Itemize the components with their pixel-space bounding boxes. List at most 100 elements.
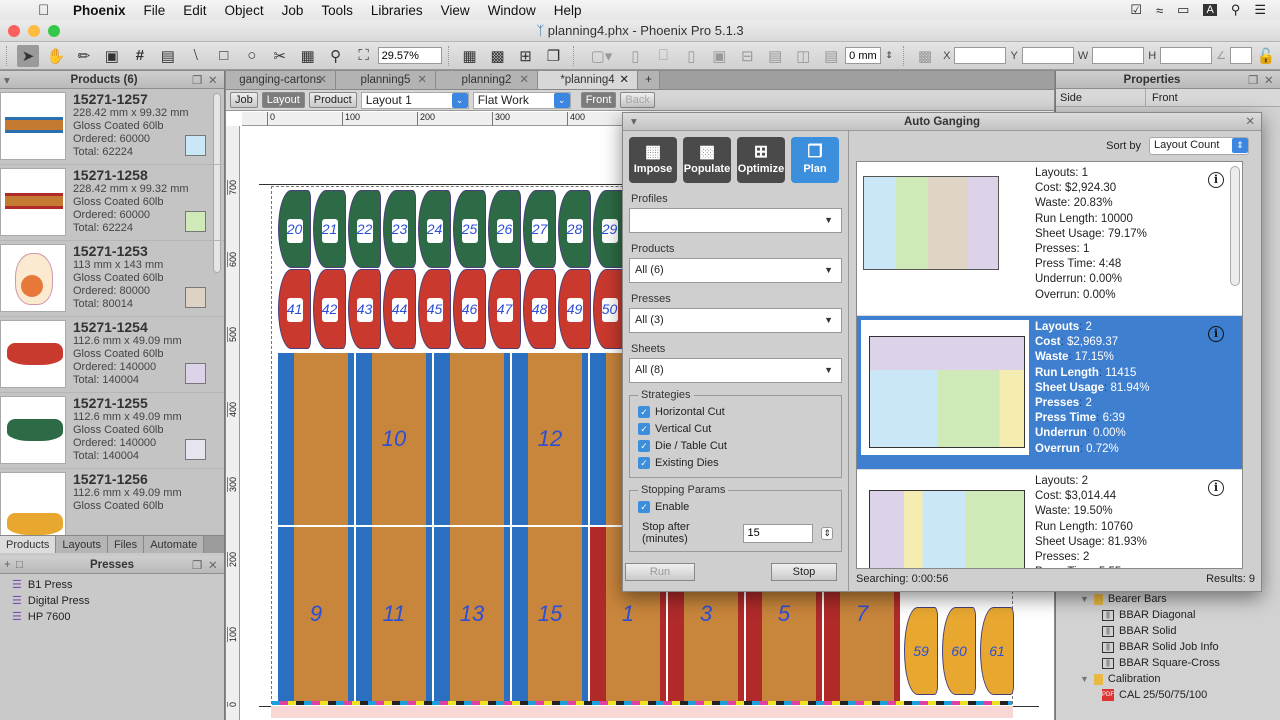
layout-select[interactable]: Layout 1 ⌄ xyxy=(360,91,469,109)
carton-placement[interactable]: 11 xyxy=(356,527,432,701)
impose-mode-button[interactable]: ▦ Impose xyxy=(629,137,677,183)
product-color-swatch[interactable] xyxy=(185,135,206,156)
layout-grid-icon[interactable]: ▦ xyxy=(459,45,481,67)
carton-placement[interactable] xyxy=(434,353,510,525)
align-bottom-icon[interactable]: ▣ xyxy=(708,45,730,67)
sort-by-select[interactable]: Layout Count ⇕ xyxy=(1149,137,1249,155)
rotation-input[interactable] xyxy=(1230,47,1253,64)
menu-app[interactable]: Phoenix xyxy=(64,3,135,18)
sleeve-red[interactable]: 49 xyxy=(558,269,591,349)
checklist-icon[interactable]: ☑ xyxy=(1130,2,1142,18)
carton-placement[interactable]: 12 xyxy=(512,353,588,525)
result-item[interactable]: Layouts: 2 Cost: $2,969.37 Waste: 17.15% Ru… xyxy=(857,316,1242,470)
job-view-button[interactable]: Job xyxy=(230,92,258,108)
carton-placement[interactable]: 15 xyxy=(512,527,588,701)
sleeve-green[interactable]: 26 xyxy=(488,190,521,268)
undock-icon[interactable]: ❐ xyxy=(192,73,208,87)
info-icon[interactable]: i xyxy=(1208,326,1224,342)
doc-tab[interactable]: ganging-cartons ✕ xyxy=(226,71,336,89)
connect-tool-icon[interactable]: ▣ xyxy=(101,45,123,67)
product-item[interactable]: 15271-1256 112.6 mm x 49.09 mm Gloss Coa… xyxy=(0,469,224,535)
disclosure-triangle-icon[interactable]: ▼ xyxy=(1080,591,1089,607)
carton-placement[interactable]: 9 xyxy=(278,527,354,701)
tree-item[interactable]: || BBAR Square-Cross xyxy=(1056,655,1280,671)
sleeve-red[interactable]: 48 xyxy=(523,269,556,349)
input-source-icon[interactable]: A xyxy=(1203,4,1217,16)
ruler-tool-icon[interactable]: ✏ xyxy=(73,45,95,67)
optimize-icon[interactable]: ⊞ xyxy=(515,45,537,67)
distribute-h-icon[interactable]: ◫ xyxy=(792,45,814,67)
zoom-tool-icon[interactable]: ⚲ xyxy=(325,45,347,67)
close-tab-icon[interactable]: ✕ xyxy=(519,71,529,90)
undock-icon[interactable]: ❐ xyxy=(192,558,208,572)
spacing-stepper-icon[interactable]: ⇕ xyxy=(884,45,894,67)
y-input[interactable] xyxy=(1021,47,1074,64)
collapse-icon[interactable]: ▾ xyxy=(0,73,16,87)
enable-stop-checkbox[interactable]: ✓ Enable xyxy=(638,498,833,515)
anchor-point-icon[interactable]: ▩ xyxy=(914,45,936,67)
product-item[interactable]: 15271-1257 228.42 mm x 99.32 mm Gloss Co… xyxy=(0,89,224,165)
sleeve-yellow[interactable]: 60 xyxy=(942,607,976,695)
close-panel-icon[interactable]: ✕ xyxy=(208,558,224,572)
sleeve-green[interactable]: 22 xyxy=(348,190,381,268)
align-hcenter-icon[interactable]: ⎕ xyxy=(652,45,674,67)
product-item[interactable]: 15271-1254 112.6 mm x 49.09 mm Gloss Coa… xyxy=(0,317,224,393)
tree-item[interactable]: || BBAR Diagonal xyxy=(1056,607,1280,623)
menu-object[interactable]: Object xyxy=(216,3,273,18)
sheets-dropdown[interactable]: All (8) ▼ xyxy=(629,358,842,383)
product-color-swatch[interactable] xyxy=(185,211,206,232)
undock-icon[interactable]: ❐ xyxy=(1248,73,1264,87)
grid-tool-icon[interactable]: # xyxy=(129,45,151,67)
line-tool-icon[interactable]: ⧵ xyxy=(185,45,207,67)
menu-edit[interactable]: Edit xyxy=(174,3,215,18)
strategy-existing-dies-checkbox[interactable]: ✓ Existing Dies xyxy=(638,454,833,471)
sleeve-red[interactable]: 41 xyxy=(278,269,311,349)
presses-dropdown[interactable]: All (3) ▼ xyxy=(629,308,842,333)
front-side-button[interactable]: Front xyxy=(580,92,617,108)
strategy-vertical-cut-checkbox[interactable]: ✓ Vertical Cut xyxy=(638,420,833,437)
run-button[interactable]: Run xyxy=(625,563,695,581)
tree-folder[interactable]: ▼ Bearer Bars xyxy=(1056,591,1280,607)
sleeve-green[interactable]: 25 xyxy=(453,190,486,268)
carton-placement[interactable]: 10 xyxy=(356,353,432,525)
back-side-button[interactable]: Back xyxy=(620,92,655,108)
zoom-fit-icon[interactable]: ⛶ xyxy=(353,45,375,67)
press-item[interactable]: ☰ HP 7600 xyxy=(0,609,224,625)
menu-libraries[interactable]: Libraries xyxy=(362,3,432,18)
sleeve-green[interactable]: 20 xyxy=(278,190,311,268)
info-icon[interactable]: i xyxy=(1208,172,1224,188)
result-item[interactable]: Layouts: 1 Cost: $2,924.30 Waste: 20.83% Ru… xyxy=(857,162,1242,316)
doc-tab[interactable]: planning2 ✕ xyxy=(436,71,538,89)
tree-item[interactable]: PDF CAL 25/50/75/100 xyxy=(1056,687,1280,703)
populate-mode-button[interactable]: ▩ Populate xyxy=(683,137,731,183)
doc-tab-active[interactable]: *planning4 ✕ xyxy=(538,71,638,89)
ellipse-tool-icon[interactable]: ○ xyxy=(241,45,263,67)
crop-tool-icon[interactable]: ▦ xyxy=(297,45,319,67)
stop-button[interactable]: Stop xyxy=(771,563,837,581)
align-vcenter-icon[interactable]: ⊟ xyxy=(736,45,758,67)
sleeve-yellow[interactable]: 61 xyxy=(980,607,1014,695)
scissors-tool-icon[interactable]: ✂ xyxy=(269,45,291,67)
layout-view-button[interactable]: Layout xyxy=(261,92,305,108)
align-top-icon[interactable]: ▤ xyxy=(764,45,786,67)
lock-icon[interactable]: 🔓 xyxy=(1255,45,1277,67)
battery-icon[interactable]: ▭ xyxy=(1177,2,1189,18)
minimize-window-button[interactable] xyxy=(28,25,40,37)
sleeve-red[interactable]: 45 xyxy=(418,269,451,349)
align-right-icon[interactable]: ▯ xyxy=(680,45,702,67)
h-input[interactable] xyxy=(1160,47,1213,64)
products-dropdown[interactable]: All (6) ▼ xyxy=(629,258,842,283)
product-color-swatch[interactable] xyxy=(185,439,206,460)
close-tab-icon[interactable]: ✕ xyxy=(619,71,629,90)
product-color-swatch[interactable] xyxy=(185,363,206,384)
stop-after-stepper-icon[interactable]: ⇕ xyxy=(821,526,833,540)
sleeve-green[interactable]: 23 xyxy=(383,190,416,268)
distribute-v-icon[interactable]: ▤ xyxy=(820,45,842,67)
tree-item[interactable]: || BBAR Solid xyxy=(1056,623,1280,639)
product-item[interactable]: 15271-1258 228.42 mm x 99.32 mm Gloss Co… xyxy=(0,165,224,241)
product-item[interactable]: 15271-1255 112.6 mm x 49.09 mm Gloss Coa… xyxy=(0,393,224,469)
carton-placement[interactable]: 13 xyxy=(434,527,510,701)
disclosure-triangle-icon[interactable]: ▼ xyxy=(1080,671,1089,687)
stop-after-input[interactable] xyxy=(743,523,814,543)
hand-tool-icon[interactable]: ✋ xyxy=(45,45,67,67)
